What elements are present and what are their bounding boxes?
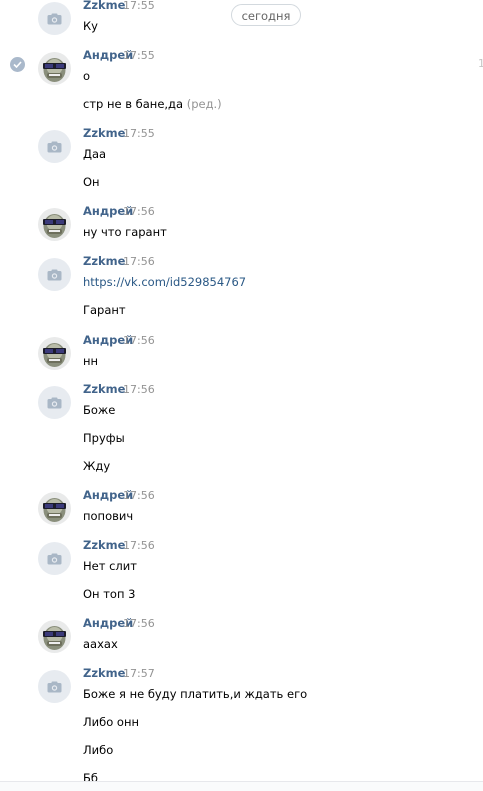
message-author[interactable]: Zzkme [83, 0, 125, 12]
andrey-avatar-icon [43, 343, 66, 367]
message-text: Гарант [83, 303, 126, 317]
message-author[interactable]: Zzkme [83, 254, 125, 268]
message-text-content: стр не в бане,да [83, 97, 184, 111]
message-time[interactable]: 17:55 [123, 49, 155, 62]
avatar[interactable] [38, 2, 71, 35]
message-text: Либо [83, 743, 114, 757]
edited-label[interactable]: (ред.) [187, 97, 222, 111]
camera-icon [47, 141, 62, 152]
message-author[interactable]: Zzkme [83, 666, 125, 680]
message-author[interactable]: Zzkme [83, 538, 125, 552]
selected-check-icon[interactable] [10, 57, 25, 72]
message-author[interactable]: Zzkme [83, 126, 125, 140]
avatar[interactable] [38, 258, 71, 291]
camera-icon [47, 397, 62, 408]
message-time[interactable]: 17:55 [123, 0, 155, 12]
avatar[interactable] [38, 208, 71, 241]
avatar[interactable] [38, 337, 71, 370]
message-text: Боже [83, 403, 116, 417]
andrey-avatar-icon [43, 626, 66, 650]
message-text: ну что гарант [83, 225, 167, 239]
avatar[interactable] [38, 492, 71, 525]
avatar[interactable] [38, 620, 71, 653]
message-text: Жду [83, 459, 111, 473]
avatar[interactable] [38, 52, 71, 85]
camera-icon [47, 681, 62, 692]
camera-icon [47, 269, 62, 280]
message-time[interactable]: 17:56 [123, 205, 155, 218]
message-text: Ку [83, 19, 98, 33]
message-text: Боже я не буду платить,и ждать его [83, 687, 308, 701]
camera-icon [47, 553, 62, 564]
message-time[interactable]: 17:56 [123, 255, 155, 268]
avatar[interactable] [38, 670, 71, 703]
message-text: стр не в бане,да (ред.) [83, 97, 222, 111]
message-text: Он [83, 175, 100, 189]
message-text: Пруфы [83, 431, 125, 445]
message-time[interactable]: 17:56 [123, 539, 155, 552]
avatar[interactable] [38, 386, 71, 419]
message-link[interactable]: https://vk.com/id529854767 [83, 275, 246, 289]
message-text: Нет слит [83, 559, 137, 573]
message-time[interactable]: 17:56 [123, 489, 155, 502]
message-text: попович [83, 509, 134, 523]
message-time[interactable]: 17:56 [123, 617, 155, 630]
scroll-marker: 1 [478, 57, 483, 70]
date-divider[interactable]: сегодня [231, 4, 301, 26]
message-text: о [83, 69, 91, 83]
composer-border [0, 781, 483, 791]
camera-icon [47, 13, 62, 24]
message-time[interactable]: 17:57 [123, 667, 155, 680]
message-text: Либо онн [83, 715, 139, 729]
avatar[interactable] [38, 130, 71, 163]
message-text: Даа [83, 147, 107, 161]
message-author[interactable]: Zzkme [83, 382, 125, 396]
chat-history[interactable]: сегодня 1 Zzkme 17:55 Ку Андрей 17:55 о … [0, 0, 483, 791]
andrey-avatar-icon [43, 498, 66, 522]
message-time[interactable]: 17:55 [123, 127, 155, 140]
message-text: Он топ 3 [83, 587, 136, 601]
message-time[interactable]: 17:56 [123, 383, 155, 396]
message-text: нн [83, 354, 99, 368]
andrey-avatar-icon [43, 58, 66, 82]
message-time[interactable]: 17:56 [123, 334, 155, 347]
message-text: аахах [83, 637, 118, 651]
avatar[interactable] [38, 542, 71, 575]
andrey-avatar-icon [43, 214, 66, 238]
